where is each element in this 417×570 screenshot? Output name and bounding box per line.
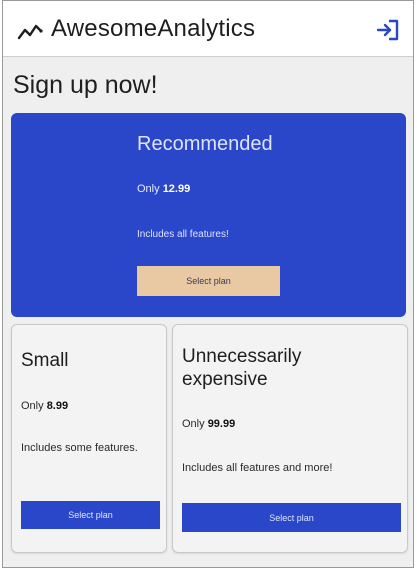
page-heading: Sign up now! [13, 71, 158, 99]
plan-name: Recommended [137, 133, 273, 155]
plan-card-recommended: Recommended Only 12.99 Includes all feat… [11, 113, 406, 317]
price-value: 12.99 [162, 183, 191, 195]
plan-description: Includes all features! [137, 229, 229, 240]
plan-card-expensive: Unnecessarily expensive Only 99.99 Inclu… [172, 324, 408, 553]
price-value: 8.99 [46, 400, 69, 412]
price-prefix: Only [137, 183, 160, 195]
plan-price: Only 12.99 [137, 183, 190, 195]
select-plan-button-recommended[interactable]: Select plan [137, 266, 280, 296]
plan-price: Only 99.99 [182, 418, 235, 430]
top-navbar: AwesomeAnalytics [3, 1, 413, 57]
plan-name: Unnecessarily expensive [182, 346, 302, 390]
login-arrow-icon[interactable] [375, 17, 401, 43]
select-plan-button-small[interactable]: Select plan [21, 501, 160, 529]
select-plan-button-expensive[interactable]: Select plan [182, 503, 401, 532]
plan-card-small: Small Only 8.99 Includes some features. … [11, 324, 167, 553]
plan-description: Includes all features and more! [182, 462, 333, 474]
plan-name: Small [21, 350, 69, 371]
price-prefix: Only [21, 400, 44, 412]
app-frame: AwesomeAnalytics Sign up now! Recommende… [2, 0, 414, 568]
price-value: 99.99 [207, 418, 236, 430]
trend-line-icon [17, 24, 43, 40]
app-title: AwesomeAnalytics [51, 15, 256, 42]
price-prefix: Only [182, 418, 205, 430]
plan-price: Only 8.99 [21, 400, 68, 412]
plan-description: Includes some features. [21, 442, 138, 454]
